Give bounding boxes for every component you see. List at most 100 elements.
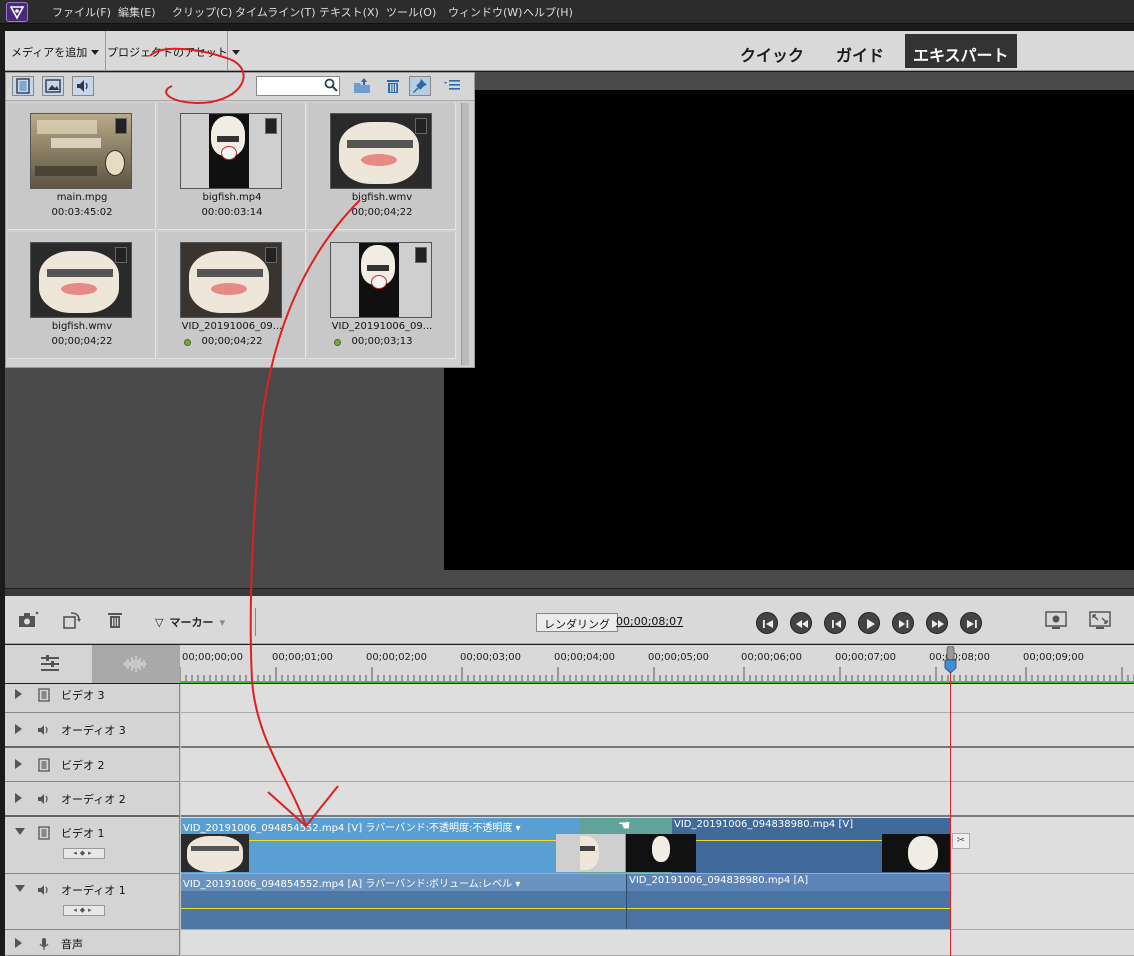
menu-clip[interactable]: クリップ(C) xyxy=(172,4,232,20)
speaker-icon xyxy=(38,885,48,895)
asset-item[interactable]: VID_20191006_09... 00;00;04;22 xyxy=(158,232,306,359)
track-name: オーディオ 1 xyxy=(61,884,126,897)
playhead-handle[interactable] xyxy=(944,646,957,674)
filter-video-button[interactable] xyxy=(12,76,34,96)
track-lane-audio3[interactable] xyxy=(181,713,1134,748)
menu-edit[interactable]: 編集(E) xyxy=(118,4,156,20)
fast-forward-icon xyxy=(932,620,944,628)
clip-label: VID_20191006_094838980.mp4 [A] xyxy=(629,875,809,886)
audio-clip-b[interactable]: VID_20191006_094838980.mp4 [A] xyxy=(626,874,950,929)
asset-name: VID_20191006_09... xyxy=(181,321,283,332)
speaker-icon xyxy=(38,725,48,735)
tab-guided[interactable]: ガイド xyxy=(828,34,892,68)
add-media-button[interactable]: メディアを追加 xyxy=(5,31,107,71)
menu-help[interactable]: ヘルプ(H) xyxy=(523,4,573,20)
expand-arrow-icon[interactable] xyxy=(15,724,22,734)
asset-thumbnail xyxy=(180,242,282,318)
step-forward-button[interactable] xyxy=(892,612,914,634)
speaker-icon xyxy=(38,794,48,804)
asset-name: bigfish.mp4 xyxy=(202,192,262,203)
film-icon xyxy=(16,78,30,94)
project-assets-button[interactable]: プロジェクトのアセット xyxy=(101,31,240,71)
scissors-icon[interactable]: ✂ xyxy=(952,833,970,849)
delete-trash-icon[interactable] xyxy=(105,610,127,632)
menu-timeline[interactable]: タイムライン(T) xyxy=(235,4,316,20)
track-name: ビデオ 1 xyxy=(61,827,105,840)
track-header-video3[interactable]: ビデオ 3 xyxy=(5,684,180,713)
keyframe-nav-control[interactable]: ◂◆▸ xyxy=(63,905,105,916)
fast-forward-button[interactable] xyxy=(926,612,948,634)
track-lane-audio2[interactable] xyxy=(181,782,1134,817)
audio-view-toggle[interactable] xyxy=(92,645,180,683)
track-name: ビデオ 3 xyxy=(61,689,105,702)
film-icon xyxy=(38,688,50,702)
menu-file[interactable]: ファイル(F) xyxy=(52,4,111,20)
microphone-icon xyxy=(39,938,49,950)
expand-arrow-icon[interactable] xyxy=(15,759,22,769)
timecode-display[interactable]: 00;00;08;07 xyxy=(616,615,683,628)
transition-block[interactable]: ☚ xyxy=(580,818,672,873)
volume-rubber-band[interactable] xyxy=(181,908,626,909)
track-header-video2[interactable]: ビデオ 2 xyxy=(5,748,180,782)
snapshot-camera-icon[interactable] xyxy=(17,610,39,632)
track-header-narration[interactable]: 音声 xyxy=(5,930,180,956)
collapse-arrow-icon[interactable] xyxy=(15,828,25,835)
asset-thumbnail xyxy=(30,242,132,318)
menu-text[interactable]: テキスト(X) xyxy=(319,4,379,20)
track-header-audio2[interactable]: オーディオ 2 xyxy=(5,782,180,817)
audio-clip-a[interactable]: VID_20191006_094854552.mp4 [A] ラバーバンド:ボリ… xyxy=(181,874,626,929)
render-settings-icon[interactable] xyxy=(1045,611,1067,633)
track-header-video1[interactable]: ビデオ 1 ◂◆▸ xyxy=(5,817,180,874)
video-clip-a[interactable]: VID_20191006_094854552.mp4 [V] ラバーバンド:不透… xyxy=(181,818,580,873)
folder-up-icon[interactable] xyxy=(352,77,372,97)
expand-arrow-icon[interactable] xyxy=(15,938,22,948)
skip-start-icon xyxy=(763,620,773,628)
step-back-button[interactable] xyxy=(824,612,846,634)
asset-duration: 00;00;04;22 xyxy=(201,336,263,347)
search-icon[interactable] xyxy=(324,78,344,98)
asset-grid: main.mpg 00:03:45:02 bigfish.mp4 00:00:0… xyxy=(8,103,458,363)
track-view-toggle[interactable] xyxy=(5,645,92,683)
track-header-audio3[interactable]: オーディオ 3 xyxy=(5,713,180,748)
fullscreen-icon[interactable] xyxy=(1089,611,1111,633)
go-to-start-button[interactable] xyxy=(756,612,778,634)
audio-waveform xyxy=(627,891,950,929)
marker-button[interactable]: ▽ マーカー ▾ xyxy=(155,614,225,630)
volume-rubber-band[interactable] xyxy=(627,908,950,909)
pin-button[interactable] xyxy=(409,76,431,96)
tab-expert[interactable]: エキスパート xyxy=(905,34,1017,68)
track-lane-narration[interactable] xyxy=(181,930,1134,956)
tab-quick[interactable]: クイック xyxy=(732,34,812,68)
panel-splitter[interactable] xyxy=(5,588,1134,596)
asset-item[interactable]: bigfish.wmv 00;00;04;22 xyxy=(308,103,456,230)
ruler-label: 00;00;04;00 xyxy=(554,652,616,663)
menu-window[interactable]: ウィンドウ(W) xyxy=(448,4,522,20)
assets-scrollbar[interactable] xyxy=(461,103,469,365)
menu-tools[interactable]: ツール(O) xyxy=(386,4,436,20)
monitor-preview xyxy=(444,90,1134,570)
hand-cursor-icon: ☚ xyxy=(618,818,631,834)
expand-arrow-icon[interactable] xyxy=(15,793,22,803)
trash-icon[interactable] xyxy=(384,77,404,97)
pin-icon xyxy=(413,79,427,93)
video-clip-b[interactable]: VID_20191006_094838980.mp4 [V] xyxy=(672,818,950,873)
asset-item[interactable]: main.mpg 00:03:45:02 xyxy=(8,103,156,230)
track-header-audio1[interactable]: オーディオ 1 ◂◆▸ xyxy=(5,874,180,930)
asset-item[interactable]: bigfish.mp4 00:00:03:14 xyxy=(158,103,306,230)
asset-item[interactable]: VID_20191006_09... 00;00;03;13 xyxy=(308,232,456,359)
panel-menu-icon[interactable] xyxy=(443,79,463,99)
time-ruler[interactable]: 00;00;00;00 00;00;01;00 00;00;02;00 00;0… xyxy=(180,645,1134,683)
play-button[interactable] xyxy=(858,612,880,634)
filter-audio-button[interactable] xyxy=(72,76,94,96)
filter-image-button[interactable] xyxy=(42,76,64,96)
collapse-arrow-icon[interactable] xyxy=(15,885,25,892)
rewind-button[interactable] xyxy=(790,612,812,634)
track-lane-video3[interactable] xyxy=(181,684,1134,713)
expand-arrow-icon[interactable] xyxy=(15,689,22,699)
asset-item[interactable]: bigfish.wmv 00;00;04;22 xyxy=(8,232,156,359)
render-button[interactable]: レンダリング xyxy=(536,613,618,632)
go-to-end-button[interactable] xyxy=(960,612,982,634)
keyframe-nav-control[interactable]: ◂◆▸ xyxy=(63,848,105,859)
track-lane-video2[interactable] xyxy=(181,748,1134,782)
rotate-icon[interactable] xyxy=(61,610,83,632)
